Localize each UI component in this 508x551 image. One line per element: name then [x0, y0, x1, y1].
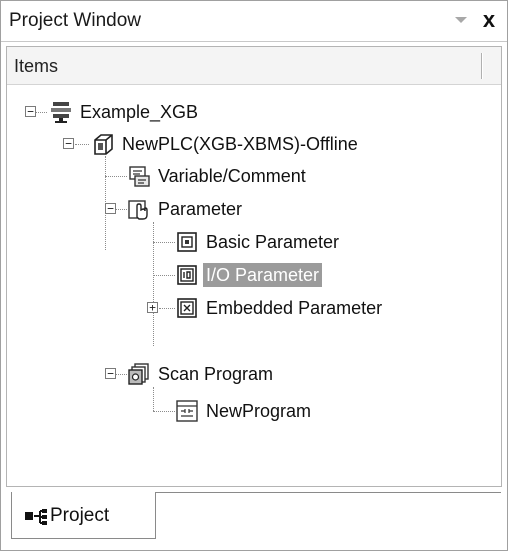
network-icon [51, 102, 71, 123]
tree-label: Variable/Comment [158, 166, 306, 186]
ladder-program-icon [176, 400, 198, 422]
tree-label: NewPLC(XGB-XBMS)-Offline [122, 134, 358, 154]
tree-connector [153, 387, 154, 411]
project-tab-icon [25, 509, 47, 525]
collapse-icon[interactable]: − [105, 368, 116, 379]
parameter-hand-icon [128, 200, 148, 220]
tree-label: Embedded Parameter [206, 298, 383, 318]
dropdown-arrow-icon[interactable] [455, 17, 467, 23]
column-separator[interactable] [481, 53, 483, 79]
tree-label: NewProgram [206, 401, 312, 421]
tree-label: Scan Program [158, 364, 274, 384]
collapse-icon[interactable]: − [63, 138, 74, 149]
project-tree: − Example_XGB − NewPLC(XGB-XBMS)-Offline… [7, 85, 501, 485]
variable-comment-icon [129, 166, 150, 187]
tree-label: Basic Parameter [206, 232, 340, 252]
window-title: Project Window [9, 10, 141, 31]
io-parameter-icon [177, 265, 197, 285]
tree-label-selected: I/O Parameter [203, 263, 323, 287]
tree-connector [153, 411, 175, 412]
tree-label: Example_XGB [80, 102, 199, 122]
items-header-label: Items [14, 56, 59, 76]
scan-program-icon [128, 363, 149, 385]
tree-label: Parameter [158, 199, 243, 219]
tree-connector [105, 176, 127, 177]
items-column-header[interactable]: Items [7, 47, 501, 85]
project-window: Project Window x Items − Example_XGB − N… [0, 0, 508, 551]
tree-connector [153, 242, 175, 243]
basic-parameter-icon [177, 232, 197, 252]
tab-label: Project [50, 505, 110, 526]
tree-connector [153, 222, 154, 346]
bottom-tab-bar: Project [11, 492, 501, 542]
embedded-parameter-icon [177, 298, 197, 318]
project-tree-panel: Items − Example_XGB − NewPLC(XGB-XBMS)-O… [6, 46, 502, 487]
window-titlebar[interactable]: Project Window x [1, 1, 507, 42]
expand-icon[interactable]: + [147, 302, 158, 313]
tree-connector [153, 275, 175, 276]
tab-bar-border [155, 492, 501, 493]
collapse-icon[interactable]: − [25, 106, 36, 117]
collapse-icon[interactable]: − [105, 203, 116, 214]
tree-connector [159, 308, 175, 309]
tab-project[interactable]: Project [11, 492, 156, 539]
plc-icon [94, 134, 113, 155]
tree-connector [75, 144, 89, 145]
close-icon[interactable]: x [479, 8, 499, 32]
